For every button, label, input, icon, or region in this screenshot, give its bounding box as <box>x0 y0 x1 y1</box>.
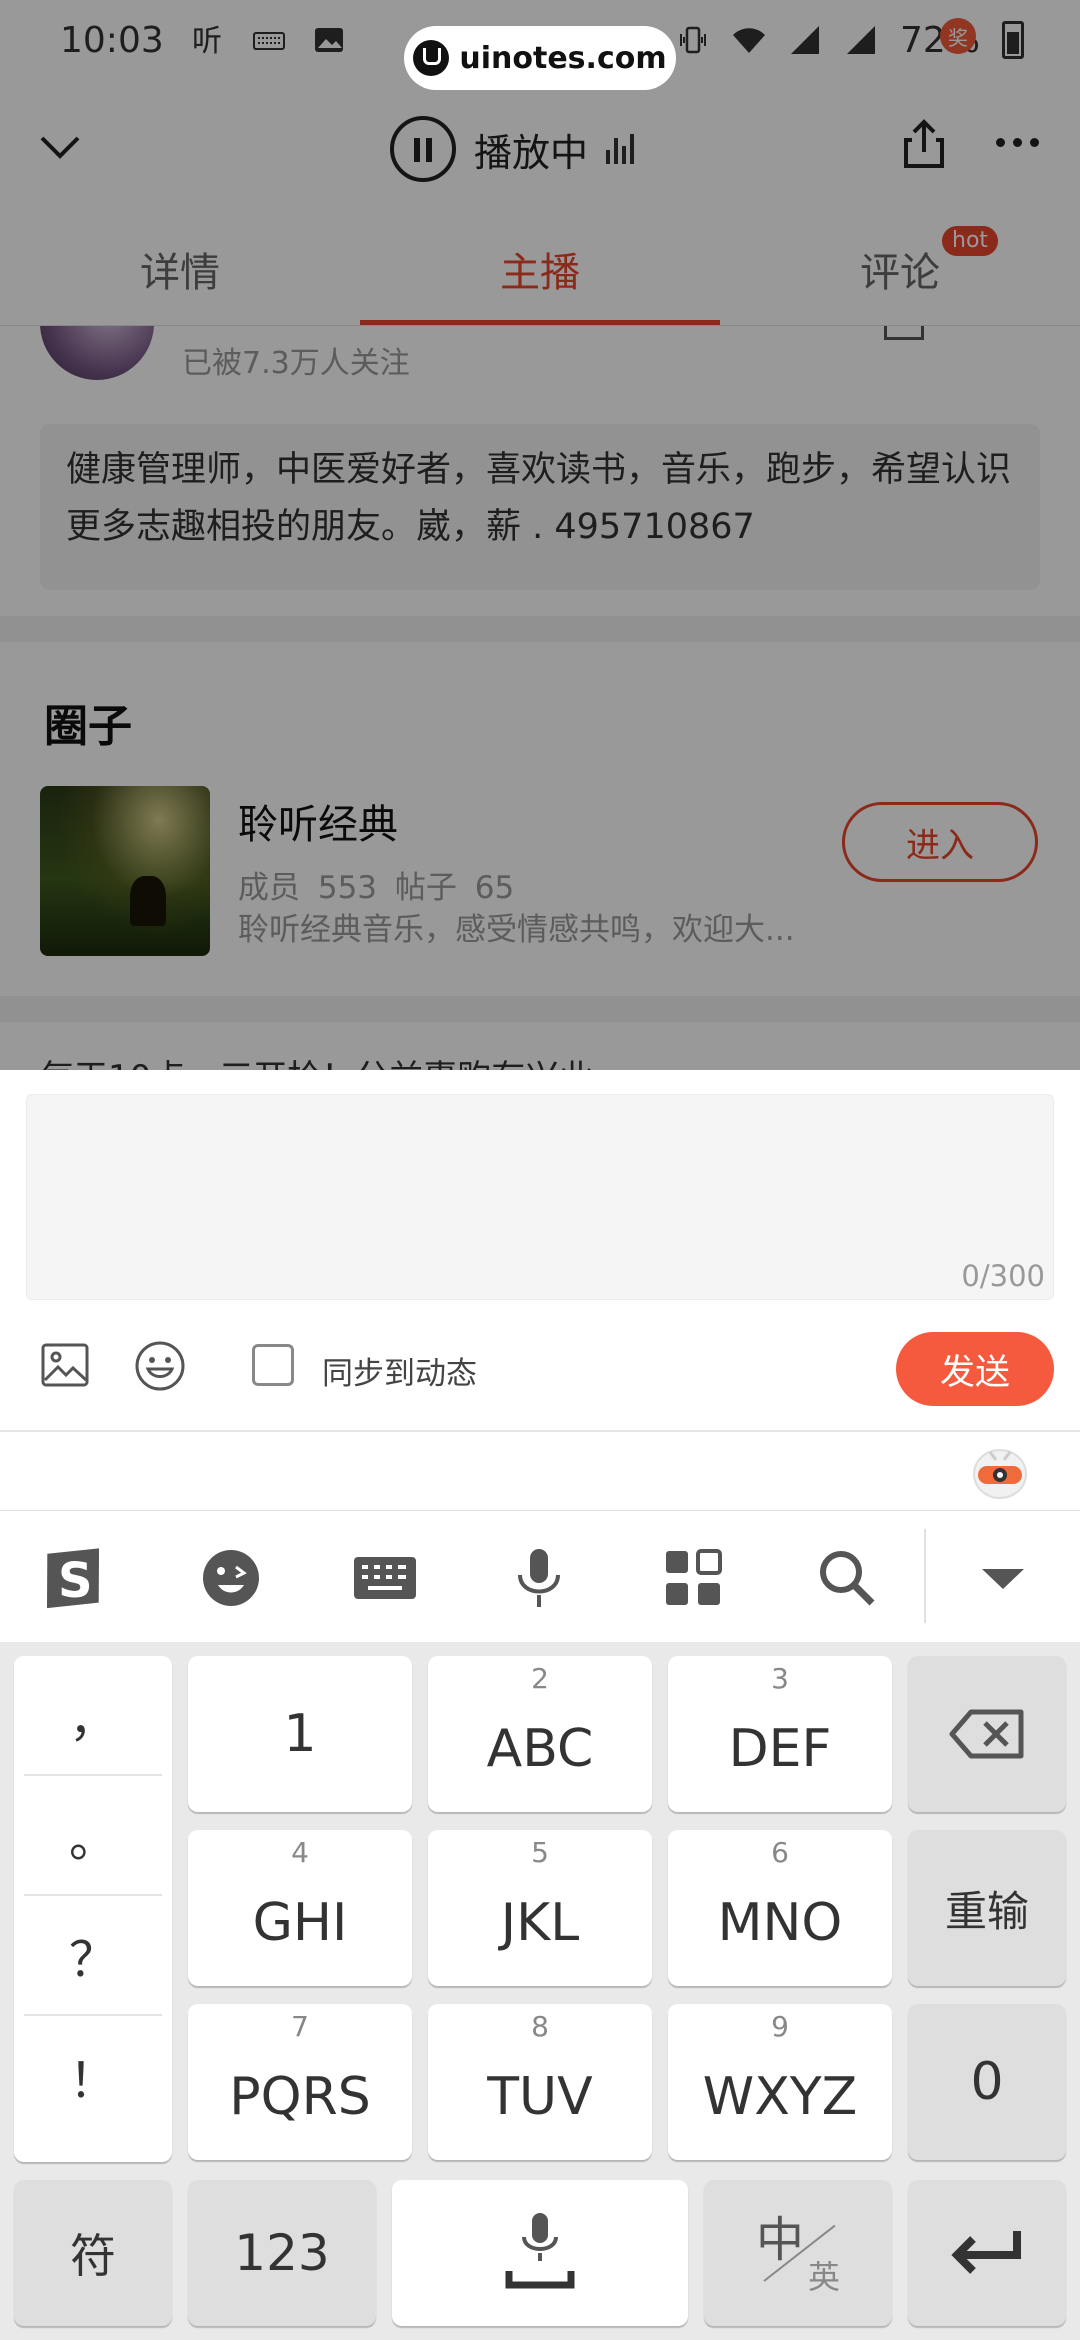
key-symbols[interactable]: 符 <box>14 2180 172 2326</box>
key-zero[interactable]: 0 <box>908 2004 1066 2160</box>
keyboard-icon[interactable] <box>350 1543 420 1613</box>
key-pqrs-label: PQRS <box>229 2067 371 2127</box>
sync-label[interactable]: 同步到动态 <box>322 1348 477 1393</box>
key-def[interactable]: 3 DEF <box>668 1656 892 1812</box>
key-wxyz-label: WXYZ <box>702 2067 858 2127</box>
grid-icon[interactable] <box>658 1543 728 1613</box>
comment-panel: 0/300 同步到动态 发送 <box>0 1070 1080 1510</box>
emoji-icon[interactable] <box>134 1340 186 1392</box>
search-icon[interactable] <box>812 1543 882 1613</box>
key-jkl-num: 5 <box>531 1836 549 1869</box>
key-ghi-label: GHI <box>252 1893 348 1953</box>
key-pqrs-num: 7 <box>291 2010 309 2043</box>
key-1-label: 1 <box>283 1704 317 1764</box>
key-ghi-num: 4 <box>291 1836 309 1869</box>
key-exclaim[interactable]: ！ <box>24 2016 162 2136</box>
key-def-num: 3 <box>771 1662 789 1695</box>
key-abc-num: 2 <box>531 1662 549 1695</box>
key-123[interactable]: 123 <box>188 2180 376 2326</box>
key-space[interactable] <box>392 2180 688 2326</box>
ime-toolbar: S <box>0 1510 1080 1642</box>
key-def-label: DEF <box>728 1719 832 1779</box>
backspace-icon <box>949 1709 1024 1759</box>
svg-text:S: S <box>58 1553 93 1609</box>
key-backspace[interactable] <box>908 1656 1066 1812</box>
key-ghi[interactable]: 4 GHI <box>188 1830 412 1986</box>
panel-divider <box>0 1430 1080 1432</box>
uinotes-logo-icon <box>413 40 450 76</box>
key-tuv-num: 8 <box>531 2010 549 2043</box>
key-mno[interactable]: 6 MNO <box>668 1830 892 1986</box>
collapse-keyboard-icon[interactable] <box>968 1543 1038 1613</box>
key-wxyz-num: 9 <box>771 2010 789 2043</box>
key-period[interactable]: 。 <box>24 1776 162 1896</box>
emoji-icon[interactable] <box>196 1543 266 1613</box>
watermark-text: uinotes.com <box>459 40 667 76</box>
space-mic-icon <box>505 2213 575 2289</box>
watermark: uinotes.com <box>404 26 676 90</box>
comment-input[interactable]: 0/300 <box>26 1094 1054 1300</box>
ime-toolbar-divider <box>924 1529 926 1623</box>
key-abc[interactable]: 2 ABC <box>428 1656 652 1812</box>
key-tuv-label: TUV <box>487 2067 593 2127</box>
key-jkl[interactable]: 5 JKL <box>428 1830 652 1986</box>
key-lang-switch[interactable]: 中 英 <box>704 2180 892 2326</box>
punctuation-column: ， 。 ？ ！ <box>14 1656 172 2162</box>
key-mno-label: MNO <box>717 1893 843 1953</box>
key-tuv[interactable]: 8 TUV <box>428 2004 652 2160</box>
lang-en: 英 <box>808 2258 841 2296</box>
key-mno-num: 6 <box>771 1836 789 1869</box>
enter-icon <box>951 2231 1021 2274</box>
mascot-icon[interactable] <box>970 1442 1030 1502</box>
key-jkl-label: JKL <box>500 1893 580 1953</box>
microphone-icon[interactable] <box>504 1543 574 1613</box>
sogou-logo-icon[interactable]: S <box>40 1543 110 1613</box>
key-comma[interactable]: ， <box>24 1656 162 1776</box>
char-counter: 0/300 <box>961 1259 1045 1293</box>
key-wxyz[interactable]: 9 WXYZ <box>668 2004 892 2160</box>
key-retype[interactable]: 重输 <box>908 1830 1066 1986</box>
keyboard: ， 。 ？ ！ 1 2 ABC 3 DEF 4 GHI 5 JKL 6 MNO … <box>0 1642 1080 2340</box>
image-icon[interactable] <box>40 1340 90 1390</box>
lang-zh: 中 <box>756 2212 805 2268</box>
key-pqrs[interactable]: 7 PQRS <box>188 2004 412 2160</box>
send-button[interactable]: 发送 <box>896 1332 1054 1406</box>
key-1[interactable]: 1 <box>188 1656 412 1812</box>
modal-overlay[interactable] <box>0 0 1080 1070</box>
key-abc-label: ABC <box>486 1719 594 1779</box>
sync-checkbox[interactable] <box>252 1344 294 1386</box>
key-enter[interactable] <box>908 2180 1066 2326</box>
key-question[interactable]: ？ <box>24 1896 162 2016</box>
